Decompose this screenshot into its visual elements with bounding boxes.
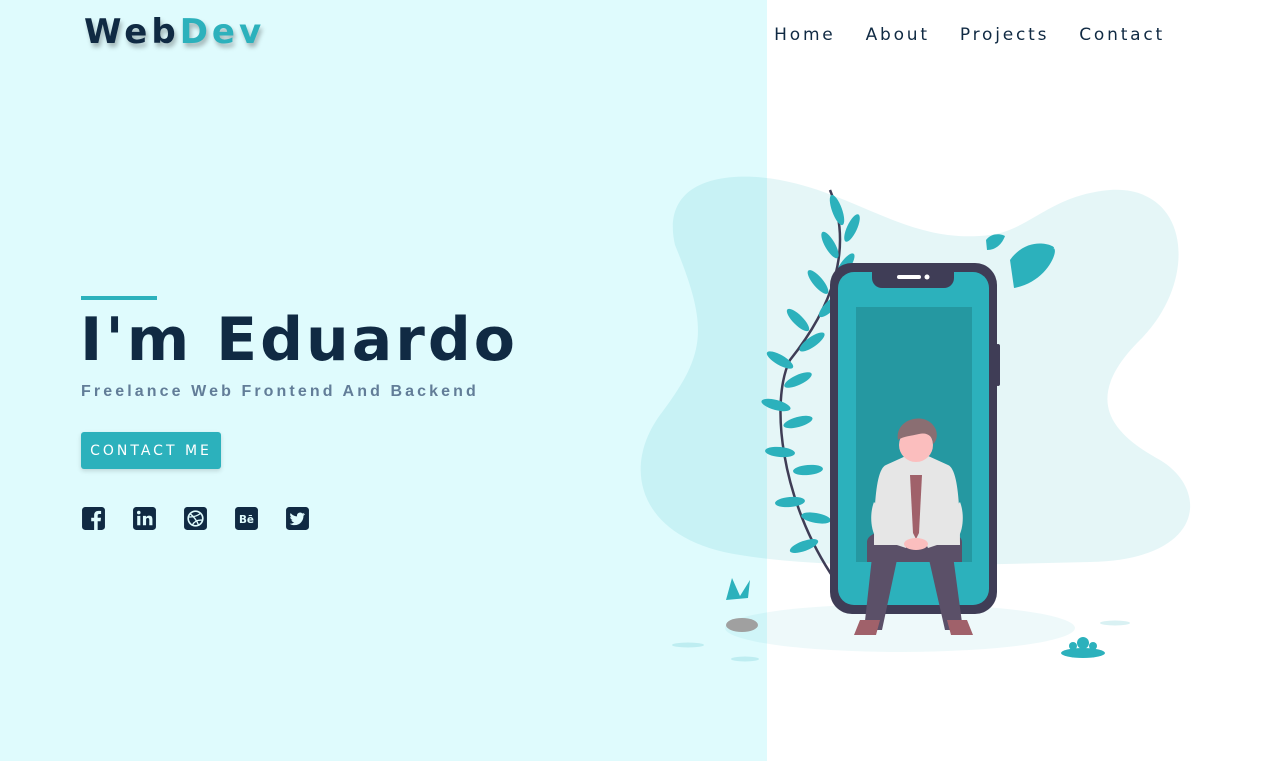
contact-me-button[interactable]: CONTACT ME — [81, 432, 221, 469]
behance-icon[interactable]: Bē — [234, 506, 259, 531]
logo-part-web: Web — [84, 12, 180, 52]
hero-title: I'm Eduardo — [80, 305, 518, 375]
nav-contact[interactable]: Contact — [1079, 22, 1165, 48]
social-links: Bē — [81, 506, 310, 531]
small-plant-right — [1061, 637, 1105, 658]
dribbble-icon[interactable] — [183, 506, 208, 531]
twitter-icon[interactable] — [285, 506, 310, 531]
linkedin-icon[interactable] — [132, 506, 157, 531]
svg-text:Bē: Bē — [239, 514, 254, 526]
nav-projects[interactable]: Projects — [960, 22, 1049, 48]
main-nav: Home About Projects Contact — [774, 22, 1165, 48]
logo-part-dev: Dev — [179, 12, 266, 52]
hero-subtitle: Freelance Web Frontend And Backend — [81, 383, 479, 400]
nav-about[interactable]: About — [866, 22, 930, 48]
logo[interactable]: WebDev — [84, 10, 265, 54]
nav-home[interactable]: Home — [774, 22, 835, 48]
small-plant-left — [726, 578, 758, 632]
hero-illustration — [640, 176, 1191, 662]
facebook-icon[interactable] — [81, 506, 106, 531]
